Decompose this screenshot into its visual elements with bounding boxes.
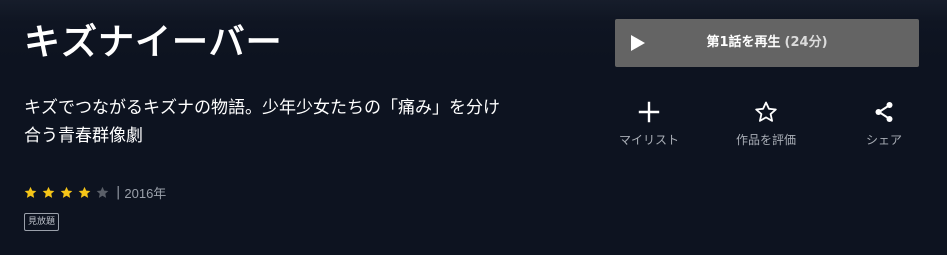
star-icon <box>96 186 109 198</box>
share-button[interactable]: シェア <box>834 98 934 152</box>
play-button-text: 第1話を再生 <box>706 35 781 50</box>
mylist-label: マイリスト <box>618 133 679 147</box>
plus-icon <box>638 101 660 123</box>
episode-duration: (24分) <box>784 35 828 50</box>
page-title: キズナイーバー <box>24 22 283 63</box>
meta-row: | 2016年 <box>24 183 166 201</box>
play-button-label: 第1話を再生 (24分) <box>615 19 919 67</box>
rate-label: 作品を評価 <box>735 133 796 147</box>
star-icon <box>42 186 55 198</box>
release-year: 2016年 <box>124 185 167 201</box>
play-episode-button[interactable]: 第1話を再生 (24分) <box>615 19 919 67</box>
star-outline-icon <box>755 101 777 122</box>
unlimited-badge: 見放題 <box>24 213 60 231</box>
rate-title-button[interactable]: 作品を評価 <box>716 98 816 152</box>
series-description: キズでつながるキズナの物語。少年少女たちの「痛み」を分け合う青春群像劇 <box>24 98 500 146</box>
share-label: シェア <box>865 133 902 147</box>
meta-separator: | <box>116 184 121 200</box>
star-rating <box>24 186 114 199</box>
share-icon <box>875 102 893 122</box>
add-to-mylist-button[interactable]: マイリスト <box>599 98 699 152</box>
star-icon <box>60 186 73 198</box>
star-icon <box>78 186 91 198</box>
star-icon <box>24 186 37 198</box>
